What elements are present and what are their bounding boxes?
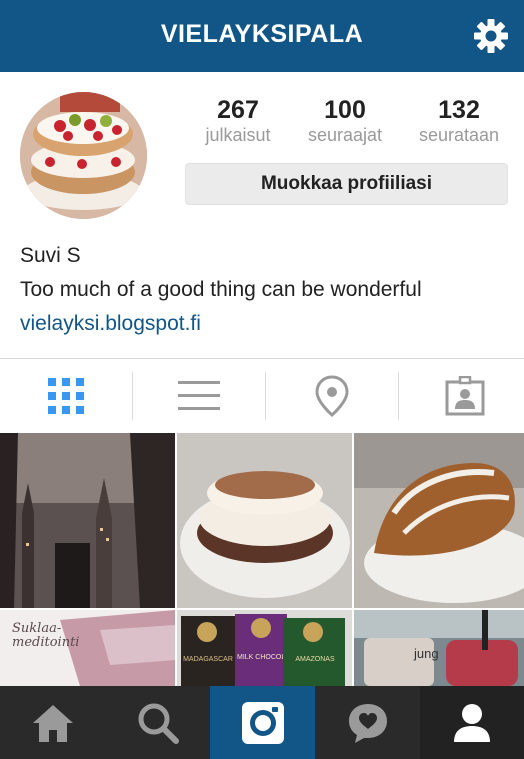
edit-profile-button[interactable]: Muokkaa profiiliasi [185,163,508,205]
profile-icon [454,703,490,742]
tab-tagged[interactable] [399,360,524,432]
nav-camera[interactable] [210,686,315,759]
post-thumbnail[interactable]: MADAGASCAR MILK CHOCOLATE AMAZONAS [177,610,352,686]
nav-search[interactable] [105,686,210,759]
profile-avatar[interactable] [20,92,147,219]
view-tabs [0,360,524,432]
thumbnail-caption: Suklaa-meditointi [12,621,80,650]
profile-stats: 267 julkaisut 100 seuraajat 132 seurataa… [185,96,515,152]
location-pin-icon [314,375,349,417]
posts-label: julkaisut [205,125,271,145]
bottom-nav [0,686,524,759]
post-thumbnail[interactable] [0,433,175,608]
stat-following[interactable]: 132 seurataan [403,96,515,146]
followers-count: 100 [324,96,366,124]
profile-name: Suvi S [20,244,81,267]
chocolate-label-1: MADAGASCAR [183,656,233,663]
tab-location[interactable] [266,360,397,432]
activity-heart-icon [348,703,387,743]
home-icon [32,704,73,742]
camera-icon [241,701,284,744]
profile-bio: Too much of a good thing can be wonderfu… [20,278,422,301]
thumbnail-caption: jung [414,646,439,661]
posts-count: 267 [217,96,259,124]
post-thumbnail[interactable] [354,433,524,608]
username-title: VIELAYKSIPALA [160,20,364,48]
posts-grid: Suklaa-meditointi MADAGASCAR MILK CHOCOL… [0,433,524,686]
chocolate-label-2: MILK CHOCOLATE [237,654,283,661]
post-thumbnail[interactable]: Suklaa-meditointi [0,610,175,686]
following-count: 132 [438,96,480,124]
divider [0,358,524,359]
post-thumbnail[interactable] [177,433,352,608]
followers-label: seuraajat [307,125,383,145]
chocolate-label-3: AMAZONAS [295,656,335,663]
nav-activity[interactable] [315,686,420,759]
tagged-photos-icon [445,376,484,416]
nav-home[interactable] [0,686,105,759]
search-icon [138,703,179,744]
profile-website-link[interactable]: vielayksi.blogspot.fi [20,312,201,336]
grid-view-icon [47,378,84,414]
stat-followers[interactable]: 100 seuraajat [292,96,398,146]
post-thumbnail[interactable]: jung [354,610,524,686]
tab-list-view[interactable] [133,360,264,432]
nav-profile[interactable] [420,686,524,759]
following-label: seurataan [418,125,500,145]
app-header: VIELAYKSIPALA [0,0,524,72]
gear-icon[interactable] [472,17,510,55]
tab-grid-view[interactable] [0,360,131,432]
list-view-icon [177,381,220,410]
stat-posts[interactable]: 267 julkaisut [185,96,291,146]
